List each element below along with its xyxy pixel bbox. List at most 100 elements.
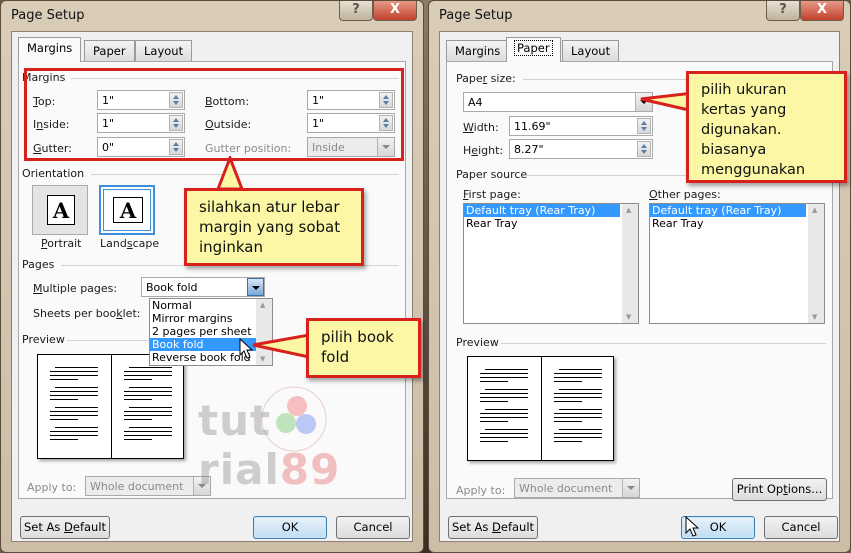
first-page-label: First page: (463, 188, 521, 201)
landscape-button[interactable]: A (99, 185, 155, 235)
close-icon: X (389, 2, 401, 17)
preview-text-line (553, 433, 602, 434)
tray-option[interactable]: Rear Tray (650, 217, 824, 230)
preview-text-line (123, 375, 172, 376)
set-as-default-button[interactable]: Set As Default (448, 516, 538, 539)
preview-group-label: Preview (456, 336, 499, 349)
first-page-tray-list[interactable]: Default tray (Rear Tray) Rear Tray (463, 203, 639, 324)
preview-text-line (50, 431, 98, 432)
preview-left-page (468, 357, 541, 460)
preview-right-page (540, 357, 614, 460)
tray-option[interactable]: Default tray (Rear Tray) (464, 204, 620, 217)
spinner-arrows-icon[interactable] (637, 141, 651, 157)
callout-margin-instruction: silahkan atur lebar margin yang sobat in… (184, 188, 364, 266)
help-button[interactable]: ? (766, 1, 800, 21)
preview-text-line (485, 369, 528, 370)
preview-text-line (553, 397, 602, 398)
preview-text-line (123, 371, 172, 372)
preview-text-line (485, 409, 528, 410)
preview-text-line (480, 381, 508, 382)
set-as-default-button[interactable]: Set As Default (20, 516, 110, 539)
sheets-per-booklet-label: Sheets per booklet: (33, 307, 141, 320)
mouse-cursor-icon (685, 516, 700, 537)
tab-paper[interactable]: Paper (84, 40, 135, 61)
preview-text-line (480, 413, 528, 414)
tab-margins[interactable]: Margins (18, 37, 82, 62)
cancel-button[interactable]: Cancel (764, 516, 838, 539)
landscape-page-icon: A (113, 197, 143, 223)
tab-layout[interactable]: Layout (562, 40, 620, 61)
preview-left-page (38, 355, 111, 458)
preview-text-line (558, 429, 602, 430)
paper-size-select[interactable]: A4 (463, 92, 653, 112)
tab-margins[interactable]: Margins (446, 40, 510, 61)
multiple-pages-select[interactable]: Book fold (141, 277, 265, 297)
chevron-down-icon (622, 479, 639, 497)
apply-to-select: Whole document (514, 478, 640, 498)
preview-text-line (553, 413, 602, 414)
portrait-button[interactable]: A (32, 185, 88, 235)
spinner-arrows-icon[interactable] (637, 118, 651, 134)
tray-option[interactable]: Default tray (Rear Tray) (650, 204, 806, 217)
preview-text-line (50, 399, 78, 400)
help-button[interactable]: ? (339, 1, 373, 21)
portrait-label: Portrait (41, 237, 82, 250)
portrait-page-icon: A (47, 195, 75, 225)
tab-layout[interactable]: Layout (135, 40, 193, 61)
mouse-cursor-icon (239, 338, 254, 359)
page-setup-dialog-paper: Page Setup ? X Margins Paper Layout Pape… (428, 0, 851, 553)
preview-text-line (55, 407, 98, 408)
paper-size-group-label: Paper size: (456, 72, 516, 85)
preview-text-line (55, 367, 98, 368)
page-setup-dialog-margins: Page Setup ? X Margins Paper Layout Marg… (0, 0, 424, 553)
preview-text-line (480, 397, 528, 398)
divider (501, 343, 826, 344)
multiple-pages-label: Multiple pages: (33, 282, 118, 295)
preview-text-line (480, 433, 528, 434)
preview-text-line (55, 387, 98, 388)
list-scrollbar[interactable] (808, 204, 824, 323)
callout-pointer (252, 333, 311, 359)
paper-height-input[interactable]: 8.27" (509, 139, 653, 159)
annotation-highlight-margins (24, 68, 404, 161)
preview-text-line (485, 429, 528, 430)
chevron-down-icon[interactable] (247, 278, 264, 296)
preview-text-line (553, 437, 602, 438)
preview-text-line (480, 441, 508, 442)
preview-text-line (558, 369, 602, 370)
preview-text-line (128, 367, 172, 368)
preview-group-label: Preview (22, 333, 65, 346)
preview-text-line (123, 395, 172, 396)
preview-text-line (50, 439, 78, 440)
preview-text-line (553, 401, 582, 402)
preview-text-line (553, 381, 582, 382)
preview-text-line (50, 379, 78, 380)
apply-to-select: Whole document (85, 476, 211, 496)
preview-text-line (50, 415, 98, 416)
paper-source-group-label: Paper source (456, 168, 528, 181)
preview-text-line (485, 389, 528, 390)
ok-button[interactable]: OK (253, 516, 327, 539)
preview-text-line (50, 375, 98, 376)
apply-to-label: Apply to: (456, 484, 506, 497)
paper-width-input[interactable]: 11.69" (509, 116, 653, 136)
close-icon: X (816, 2, 828, 17)
cancel-button[interactable]: Cancel (336, 516, 410, 539)
preview-text-line (553, 377, 602, 378)
print-options-button[interactable]: Print Options... (732, 478, 827, 501)
book-fold-preview (37, 354, 184, 459)
close-button[interactable]: X (373, 1, 417, 21)
list-scrollbar[interactable] (622, 204, 638, 323)
tab-paper[interactable]: Paper (506, 37, 561, 62)
tray-option[interactable]: Rear Tray (464, 217, 638, 230)
option-normal[interactable]: Normal (150, 299, 272, 312)
close-button[interactable]: X (800, 1, 844, 21)
option-mirror-margins[interactable]: Mirror margins (150, 312, 272, 325)
pages-group-label: Pages (22, 258, 55, 271)
preview-text-line (50, 435, 98, 436)
preview-right-page (110, 355, 184, 458)
help-icon: ? (352, 2, 360, 17)
preview-text-line (123, 415, 172, 416)
book-fold-preview (467, 356, 614, 461)
other-pages-tray-list[interactable]: Default tray (Rear Tray) Rear Tray (649, 203, 825, 324)
